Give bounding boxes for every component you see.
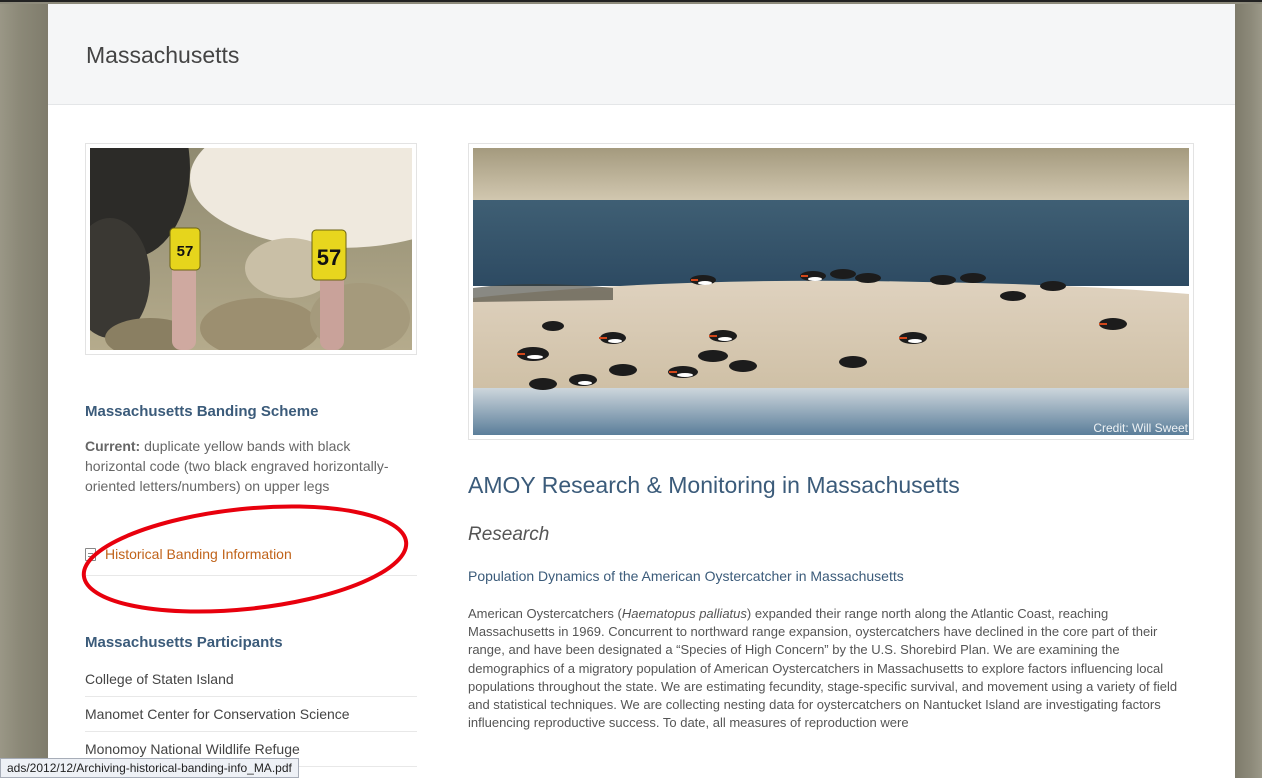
research-body-text: American Oystercatchers (Haematopus pall… [468, 605, 1196, 732]
sidebar: 57 57 Massachusetts Banding Scheme Curre… [81, 4, 417, 778]
browser-status-bar: ads/2012/12/Archiving-historical-banding… [0, 758, 299, 778]
banding-scheme-description: Current: duplicate yellow bands with bla… [85, 436, 410, 496]
hero-image [468, 143, 1194, 440]
participant-item[interactable]: College of Staten Island [85, 662, 417, 697]
species-name: Haematopus palliatus [621, 606, 747, 621]
research-heading: AMOY Research & Monitoring in Massachuse… [468, 472, 960, 498]
content-panel: Massachusetts 57 57 Massachusetts Bandin… [48, 4, 1235, 778]
banded-legs-photo: 57 57 [90, 148, 412, 350]
band-code-right: 57 [317, 245, 341, 270]
historical-banding-row: Historical Banding Information [85, 544, 417, 576]
page-background-right [1235, 4, 1262, 778]
body-text-rest: ) expanded their range north along the A… [468, 606, 1178, 731]
banding-scheme-heading: Massachusetts Banding Scheme [85, 403, 319, 420]
participant-item[interactable]: Manomet Center for Conservation Science [85, 697, 417, 732]
photo-credit: Credit: Will Sweet [1093, 421, 1188, 435]
band-photo: 57 57 [85, 143, 417, 355]
browser-viewport: Massachusetts 57 57 Massachusetts Bandin… [0, 0, 1262, 778]
historical-banding-link[interactable]: Historical Banding Information [105, 546, 292, 562]
main-content: Credit: Will Sweet AMOY Research & Monit… [468, 4, 1198, 778]
document-icon [85, 548, 96, 561]
research-subheading: Research [468, 524, 550, 545]
oystercatchers-on-beach-photo [473, 148, 1189, 435]
participants-list: College of Staten Island Manomet Center … [85, 662, 417, 767]
band-code-left: 57 [177, 243, 194, 260]
body-text-start: American Oystercatchers ( [468, 606, 622, 621]
page-background-left [0, 4, 48, 778]
participants-heading: Massachusetts Participants [85, 634, 283, 651]
population-dynamics-link[interactable]: Population Dynamics of the American Oyst… [468, 568, 904, 584]
current-label: Current: [85, 438, 141, 454]
